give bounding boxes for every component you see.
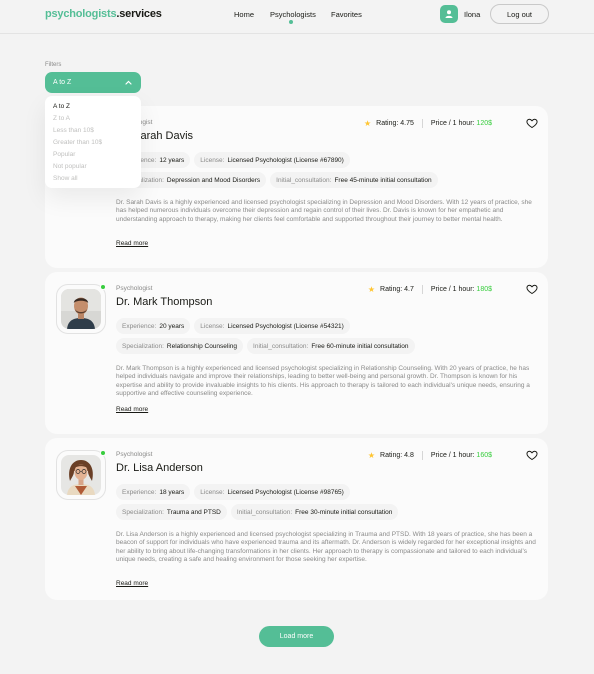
price-value: 180$: [476, 286, 492, 293]
sort-option[interactable]: Popular: [53, 150, 141, 162]
user-icon: [445, 10, 453, 18]
card-role: Psychologist: [116, 285, 153, 292]
heart-icon[interactable]: [526, 449, 538, 461]
avatar: [56, 450, 106, 500]
psychologist-card: Psychologist Dr. Lisa Anderson ★ Rating:…: [45, 438, 548, 600]
card-name: Dr. Mark Thompson: [116, 296, 213, 308]
price-label: Price / 1 hour:: [430, 452, 475, 459]
logo[interactable]: psychologists.services: [45, 8, 162, 20]
card-description: Dr. Sarah Davis is a highly experienced …: [116, 199, 532, 223]
star-icon: ★: [367, 285, 376, 294]
specialization-tag: Specialization: Trauma and PTSD: [116, 504, 227, 520]
price-label: Price / 1 hour:: [430, 120, 475, 127]
price-value: 120$: [476, 120, 492, 127]
sort-option[interactable]: Not popular: [53, 162, 141, 174]
read-more-link[interactable]: Read more: [116, 240, 148, 247]
price-value: 160$: [476, 452, 492, 459]
rating: Rating: 4.8: [380, 452, 414, 459]
online-indicator: [100, 284, 106, 290]
load-more-button[interactable]: Load more: [259, 626, 334, 647]
license-tag: License: Licensed Psychologist (License #…: [194, 152, 350, 168]
tags-row: Specialization: Depression and Mood Disor…: [116, 172, 438, 188]
user-avatar[interactable]: [440, 5, 458, 23]
rating-price: ★ Rating: 4.8 Price / 1 hour: 160$: [368, 451, 492, 460]
chevron-up-icon: [125, 80, 132, 85]
license-tag: License: Licensed Psychologist (License #…: [194, 484, 350, 500]
rating-price: ★ Rating: 4.7 Price / 1 hour: 180$: [368, 285, 492, 294]
sort-option[interactable]: Show all: [53, 174, 141, 186]
rating: Rating: 4.7: [380, 286, 414, 293]
avatar-photo: [61, 289, 101, 329]
logout-button[interactable]: Log out: [490, 4, 549, 24]
avatar: [56, 284, 106, 334]
filters-label: Filters: [45, 62, 62, 68]
star-icon: ★: [367, 451, 376, 460]
user-name: Ilona: [464, 10, 481, 19]
card-name: Dr. Lisa Anderson: [116, 462, 203, 474]
sort-select[interactable]: A to Z: [45, 72, 141, 93]
psychologist-card: Psychologist Dr. Mark Thompson ★ Rating:…: [45, 272, 548, 434]
consultation-tag: Initial_consultation: Free 45-minute init…: [270, 172, 438, 188]
experience-tag: Experience: 18 years: [116, 484, 191, 500]
online-indicator: [100, 450, 106, 456]
consultation-tag: Initial_consultation: Free 60-minute init…: [247, 338, 415, 354]
card-description: Dr. Mark Thompson is a highly experience…: [116, 365, 530, 398]
sort-dropdown: A to Z Z to A Less than 10$ Greater than…: [45, 96, 141, 188]
read-more-link[interactable]: Read more: [116, 406, 148, 413]
avatar-photo: [61, 455, 101, 495]
heart-icon[interactable]: [526, 117, 538, 129]
sort-option[interactable]: A to Z: [53, 102, 141, 114]
nav-psychologists[interactable]: Psychologists: [270, 10, 316, 19]
card-description: Dr. Lisa Anderson is a highly experience…: [116, 531, 536, 564]
nav-favorites[interactable]: Favorites: [331, 10, 362, 19]
sort-option[interactable]: Z to A: [53, 114, 141, 126]
sort-option[interactable]: Greater than 10$: [53, 138, 141, 150]
price-label: Price / 1 hour:: [430, 286, 475, 293]
tags-row: Experience: 20 years License: Licensed Psy…: [116, 318, 350, 334]
experience-tag: Experience: 20 years: [116, 318, 191, 334]
license-tag: License: Licensed Psychologist (License #…: [194, 318, 350, 334]
divider: [421, 285, 423, 294]
sort-option[interactable]: Less than 10$: [53, 126, 141, 138]
nav-home[interactable]: Home: [234, 10, 254, 19]
divider: [421, 451, 423, 460]
divider: [421, 119, 423, 128]
sort-select-value: A to Z: [53, 79, 72, 86]
tags-row: Specialization: Trauma and PTSD Initial_c…: [116, 504, 399, 520]
read-more-link[interactable]: Read more: [116, 580, 148, 587]
heart-icon[interactable]: [526, 283, 538, 295]
tags-row: Experience: 18 years License: Licensed Psy…: [116, 484, 350, 500]
specialization-tag: Specialization: Relationship Counseling: [116, 338, 244, 354]
card-role: Psychologist: [116, 451, 153, 458]
consultation-tag: Initial_consultation: Free 30-minute init…: [230, 504, 399, 520]
tags-row: Experience:12 years License:Licensed Psy…: [116, 152, 350, 168]
rating: Rating: 4.75: [376, 120, 414, 127]
star-icon: ★: [363, 119, 372, 128]
site-header: psychologists.services Home Psychologist…: [0, 0, 594, 34]
tags-row: Specialization: Relationship Counseling I…: [116, 338, 415, 354]
active-nav-indicator: [289, 20, 293, 24]
rating-price: ★ Rating: 4.75 Price / 1 hour: 120$: [364, 119, 492, 128]
